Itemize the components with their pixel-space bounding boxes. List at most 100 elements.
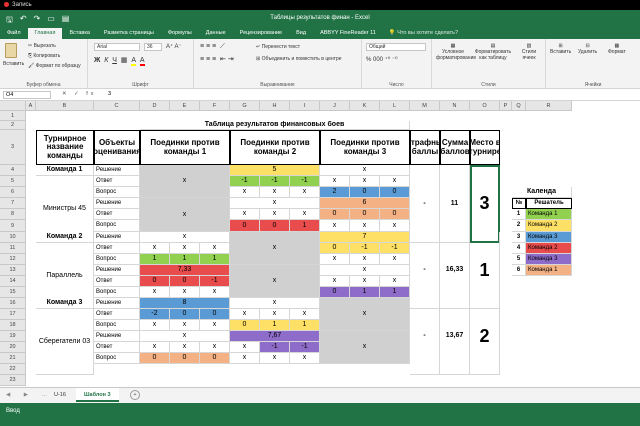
self-block[interactable]: x [320,298,410,331]
format-as-table-button[interactable]: ▤ Форматировать как таблицу [474,43,512,61]
column-header[interactable]: J [320,101,350,111]
score-cell[interactable]: x [140,331,230,342]
score-cell[interactable]: 0 [350,187,380,198]
score-cell[interactable]: 0 [170,276,200,287]
align-horizontal-icons[interactable]: ≡ ≡ ≡ ⇤ ⇥ [200,55,234,63]
format-painter-button[interactable]: 🖌 Формат по образцу [28,63,81,69]
score-cell[interactable]: 1 [350,287,380,298]
column-header[interactable]: P [500,101,512,111]
self-block[interactable]: x [320,331,410,364]
score-cell[interactable]: 1 [140,254,170,265]
calendar-row-team[interactable]: Команда 2 [526,220,572,232]
cell-styles-button[interactable]: ▧ Стили ячеек [516,43,542,61]
header-place[interactable]: Место в турнире [470,130,500,165]
paste-button[interactable]: Вставить [3,61,24,67]
object-label[interactable]: Вопрос [94,220,140,232]
header-fights-1[interactable]: Поединки против команды 1 [140,130,230,165]
score-cell[interactable]: x [200,243,230,254]
object-label[interactable]: Решение [94,298,140,309]
sheet-tab-template3[interactable]: Шаблон 3 [76,388,119,402]
score-cell[interactable]: x [170,243,200,254]
score-cell[interactable]: 0 [140,276,170,287]
score-cell[interactable]: 0 [260,220,290,232]
header-fights-2[interactable]: Поединки против команды 2 [230,130,320,165]
score-cell[interactable]: x [230,209,260,220]
team-place[interactable]: 2 [470,298,500,375]
score-cell[interactable]: 0 [380,187,410,198]
tab-formulas[interactable]: Формулы [161,28,199,39]
column-header[interactable]: K [350,101,380,111]
object-label[interactable]: Вопрос [94,254,140,265]
score-cell[interactable]: -1 [260,342,290,353]
row-header[interactable]: 15 [0,287,26,298]
font-name-select[interactable]: Arial [94,43,140,51]
font-style-buttons[interactable]: Ж К Ч ▦ A A [94,56,145,66]
score-cell[interactable]: x [260,353,290,364]
self-block[interactable]: x [140,198,230,232]
row-header[interactable]: 10 [0,232,26,243]
score-cell[interactable]: 0 [200,309,230,320]
score-cell[interactable]: 0 [350,209,380,220]
score-cell[interactable]: x [140,287,170,298]
self-block[interactable]: x [230,232,320,265]
team-label[interactable]: Команда 2 [36,232,94,243]
calendar-row-team[interactable]: Команда 1 [526,265,572,276]
row-header[interactable]: 8 [0,209,26,220]
score-cell[interactable]: 7 [320,232,410,243]
row-header[interactable]: 17 [0,309,26,320]
team-penalty[interactable]: - [410,298,440,375]
calendar-row-no[interactable]: 2 [512,220,526,232]
score-cell[interactable]: x [140,320,170,331]
row-header[interactable]: 1 [0,111,26,121]
object-label[interactable]: Ответ [94,342,140,353]
column-header[interactable]: N [440,101,470,111]
copy-button[interactable]: ⎘ Копировать [28,53,60,59]
delete-cells-button[interactable]: ⊟ Удалить [578,43,597,55]
score-cell[interactable]: 2 [320,187,350,198]
score-cell[interactable]: x [140,232,230,243]
score-cell[interactable]: -1 [200,276,230,287]
calendar-title[interactable]: Календа [512,187,572,198]
score-cell[interactable]: x [200,342,230,353]
format-cells-button[interactable]: ▦ Формат [608,43,626,55]
score-cell[interactable]: -1 [290,342,320,353]
score-cell[interactable]: 6 [320,198,410,209]
score-cell[interactable]: 5 [230,165,320,176]
column-header[interactable]: F [200,101,230,111]
tab-file[interactable]: Файл [0,28,28,39]
score-cell[interactable]: x [350,254,380,265]
score-cell[interactable]: 7,33 [140,265,230,276]
wrap-text-button[interactable]: ↵ Перенести текст [256,44,300,50]
score-cell[interactable]: x [170,287,200,298]
row-header[interactable]: 11 [0,243,26,254]
calendar-row-no[interactable]: 1 [512,209,526,220]
score-cell[interactable]: x [380,276,410,287]
score-cell[interactable]: 0 [230,320,260,331]
score-cell[interactable]: -1 [260,176,290,187]
score-cell[interactable]: 1 [290,320,320,331]
calendar-row-team[interactable]: Команда 2 [526,243,572,254]
merge-center-button[interactable]: ⊞ Объединить и поместить в центре [256,56,342,62]
score-cell[interactable]: 1 [260,320,290,331]
column-header[interactable]: L [380,101,410,111]
score-cell[interactable]: x [230,187,260,198]
header-sum[interactable]: Сумма баллов [440,130,470,165]
calendar-row-no[interactable]: 3 [512,232,526,243]
object-label[interactable]: Вопрос [94,353,140,364]
score-cell[interactable]: 0 [380,209,410,220]
team-label[interactable]: Команда 3 [36,298,94,309]
score-cell[interactable]: x [320,220,350,232]
tab-page-layout[interactable]: Разметка страницы [97,28,161,39]
score-cell[interactable]: x [290,309,320,320]
tab-view[interactable]: Вид [289,28,313,39]
sheet-tab-u16[interactable]: U-16 [46,388,74,402]
object-label[interactable]: Вопрос [94,287,140,298]
row-header[interactable]: 22 [0,364,26,375]
score-cell[interactable]: x [140,243,170,254]
score-cell[interactable]: x [320,254,350,265]
row-header[interactable]: 23 [0,375,26,386]
score-cell[interactable]: x [320,176,350,187]
score-cell[interactable]: 1 [170,254,200,265]
calendar-row-no[interactable]: 5 [512,254,526,265]
tell-me-search[interactable]: 💡 Что вы хотите сделать? [383,28,464,39]
